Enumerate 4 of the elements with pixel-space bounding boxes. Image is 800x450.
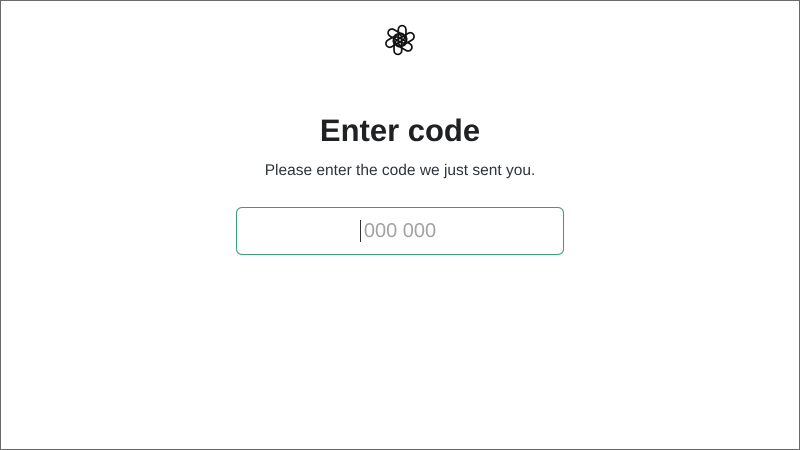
code-input-field[interactable]: 000 000 xyxy=(236,207,564,255)
knot-logo-icon xyxy=(383,23,417,57)
instruction-text: Please enter the code we just sent you. xyxy=(264,161,536,181)
page-heading: Enter code xyxy=(320,113,480,149)
